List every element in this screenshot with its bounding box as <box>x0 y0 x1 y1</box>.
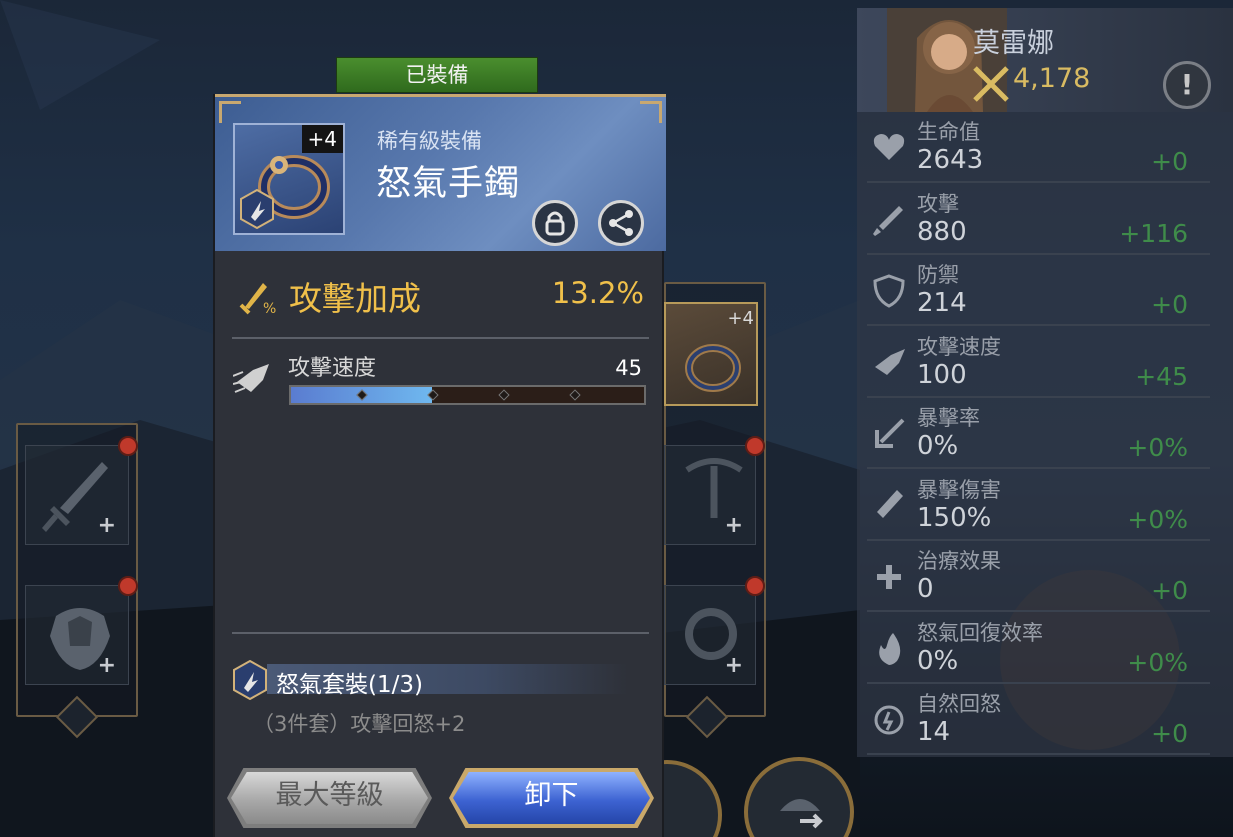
add-icon: + <box>724 653 743 678</box>
item-name: 怒氣手鐲 <box>376 164 521 204</box>
item-header: +4 稀有級裝備 怒氣手鐲 <box>215 94 666 251</box>
main-stat-label: 攻擊加成 <box>289 279 421 318</box>
stat-name: 攻擊速度 <box>917 334 1001 359</box>
notification-dot <box>745 576 765 596</box>
stats-panel: 生命值 2643 +0 攻擊 880 +116 防禦 214 +0 攻擊速度 100 +45 暴擊率 0%… <box>857 112 1233 757</box>
svg-text:%: % <box>263 301 276 315</box>
roll-tick <box>498 389 510 401</box>
add-icon: + <box>97 653 116 678</box>
stat-value: 14 <box>917 717 951 747</box>
stat-name: 暴擊率 <box>917 406 980 430</box>
bracelet-icon <box>685 344 741 392</box>
main-stat-value: 13.2% <box>551 276 644 310</box>
stat-value: 880 <box>917 216 967 247</box>
stat-value: 0% <box>917 431 959 461</box>
lock-icon <box>545 211 565 236</box>
unequip-button[interactable]: 卸下 <box>453 772 650 824</box>
stat-name: 治療效果 <box>917 549 1001 573</box>
frame-corner <box>640 101 662 123</box>
item-icon-frame: +4 <box>233 123 345 235</box>
heal-plus-icon <box>877 565 901 589</box>
rage-set-icon <box>233 660 267 700</box>
heart-icon <box>873 134 905 160</box>
shield-icon <box>873 274 905 308</box>
stat-bonus: +0 <box>1151 719 1188 748</box>
stat-value: 0 <box>917 574 934 604</box>
stat-name: 怒氣回復效率 <box>917 620 1043 645</box>
stat-row: 攻擊 880 +116 <box>867 184 1210 255</box>
equipped-badge: 已裝備 <box>336 57 538 93</box>
stat-bonus: +0% <box>1127 433 1188 462</box>
combat-power-icon <box>973 66 1009 102</box>
stat-bonus: +45 <box>1135 361 1188 391</box>
hero-header: 莫雷娜 4,178 ! <box>857 8 1233 112</box>
rage-set-gem-icon <box>240 189 274 229</box>
stat-row: 攻擊速度 100 +45 <box>867 327 1210 398</box>
section-divider <box>232 632 649 634</box>
stat-row: 自然回怒 14 +0 <box>867 684 1210 755</box>
stat-value: 0% <box>917 645 959 676</box>
stat-row: 暴擊率 0% +0% <box>867 398 1210 469</box>
item-level-label: +4 <box>727 308 754 329</box>
add-icon: + <box>97 513 116 538</box>
stat-name: 攻擊 <box>917 191 959 216</box>
stat-row: 暴擊傷害 150% +0% <box>867 470 1210 541</box>
stat-row: 生命值 2643 +0 <box>867 112 1210 183</box>
regen-icon <box>874 705 904 735</box>
roll-tick <box>569 389 581 401</box>
item-enhance-level: +4 <box>301 125 343 153</box>
wing-icon <box>875 348 905 375</box>
sword-icon <box>873 205 903 236</box>
attack-bonus-icon: % <box>239 283 276 315</box>
stat-bonus: +0% <box>1127 647 1188 677</box>
crit-arrow-icon <box>875 418 905 448</box>
ring-slot[interactable]: + <box>664 576 765 685</box>
share-button[interactable] <box>598 200 644 246</box>
set-title: 怒氣套裝(1/3) <box>276 672 423 698</box>
item-detail-popup: +4 稀有級裝備 怒氣手鐲 % 攻擊加成 13.2% 攻擊速度 45 怒氣套裝(… <box>213 94 666 837</box>
stat-bonus: +0 <box>1151 290 1188 319</box>
notification-dot <box>118 436 138 456</box>
stat-value: 214 <box>917 288 967 318</box>
item-rarity: 稀有級裝備 <box>377 129 482 153</box>
frame-corner <box>219 101 241 123</box>
weapon-slot[interactable]: + <box>25 436 138 545</box>
stat-value: 2643 <box>917 145 984 175</box>
stat-bonus: +116 <box>1119 218 1188 248</box>
notification-dot <box>745 436 765 456</box>
stat-value: 150% <box>917 502 992 533</box>
equipped-bracelet-card[interactable]: +4 <box>664 302 758 406</box>
stat-name: 防禦 <box>917 263 959 287</box>
armor-slot[interactable]: + <box>25 576 138 685</box>
stat-bonus: +0 <box>1151 576 1188 605</box>
crossbow-slot[interactable]: + <box>664 436 765 545</box>
set-bonus-text: （3件套）攻擊回怒+2 <box>253 712 466 736</box>
lock-button[interactable] <box>532 200 578 246</box>
stat-bonus: +0% <box>1127 504 1188 534</box>
hero-name: 莫雷娜 <box>973 28 1054 59</box>
notification-dot <box>118 576 138 596</box>
stat-name: 自然回怒 <box>917 692 1001 716</box>
sub-stat-label: 攻擊速度 <box>288 356 377 381</box>
max-level-button[interactable]: 最大等級 <box>231 772 428 824</box>
share-icon <box>609 210 633 236</box>
stat-row: 防禦 214 +0 <box>867 255 1210 326</box>
flame-icon <box>879 632 901 665</box>
stat-row: 治療效果 0 +0 <box>867 541 1210 612</box>
crit-blade-icon <box>877 489 903 518</box>
stat-bonus: +0 <box>1151 147 1188 176</box>
attack-speed-icon <box>233 364 269 393</box>
add-icon: + <box>724 513 743 538</box>
swap-icon <box>780 799 823 829</box>
stat-name: 暴擊傷害 <box>917 477 1001 502</box>
section-divider <box>232 337 649 339</box>
sub-stat-value: 45 <box>615 356 642 380</box>
stat-name: 生命值 <box>917 120 980 144</box>
stat-value: 100 <box>917 359 967 390</box>
alert-button[interactable]: ! <box>1163 61 1211 109</box>
sub-stat-roll-bar <box>289 385 646 405</box>
combat-power: 4,178 <box>1013 63 1091 94</box>
stat-row: 怒氣回復效率 0% +0% <box>867 613 1210 684</box>
